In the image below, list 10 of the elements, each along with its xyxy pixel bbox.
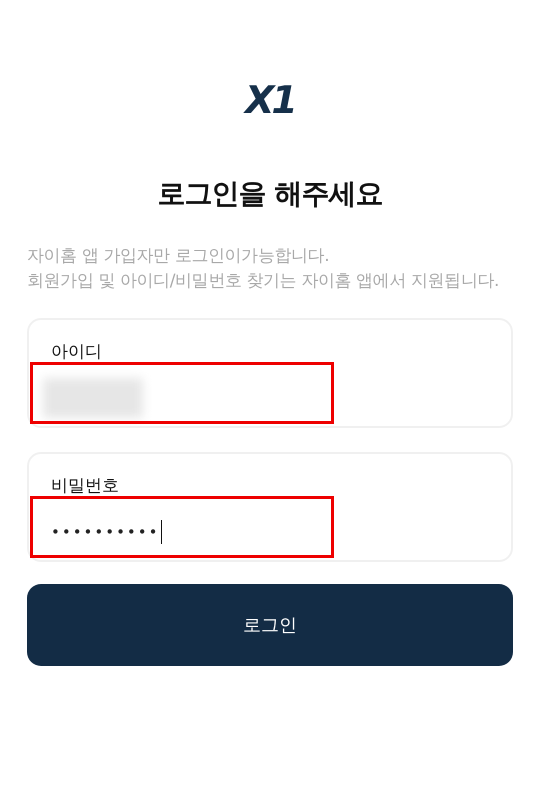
notice-text: 회원가입 및 아이디/비밀번호 찾기는 자이홈 앱에서 지원됩니다. xyxy=(27,271,499,292)
notice-text: 자이홈 앱 가입자만 로그인이가능합니다. xyxy=(27,246,330,267)
field-label: 아이디 xyxy=(51,341,102,364)
login-button[interactable]: 로그인 xyxy=(27,584,513,666)
logo: X1 xyxy=(245,80,295,120)
page-title: 로그인을 해주세요 xyxy=(158,176,382,212)
field-label: 비밀번호 xyxy=(51,475,119,498)
field-value-text: •••••••••• xyxy=(51,522,160,542)
input-field[interactable]: 비밀번호 •••••••••• xyxy=(27,452,513,562)
input-field[interactable]: 아이디 xyxy=(27,318,513,428)
